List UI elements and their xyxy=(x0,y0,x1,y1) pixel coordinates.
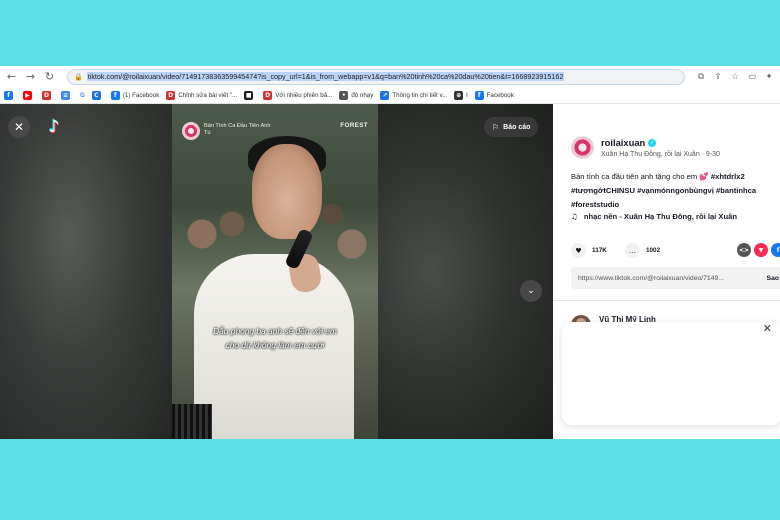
bookmark-favicon-icon: ▶ xyxy=(23,90,32,100)
bookmark-favicon-icon: • xyxy=(339,90,349,100)
lock-icon[interactable]: 🔒 xyxy=(74,73,83,81)
blurred-background-right xyxy=(378,104,553,439)
video-info-sidebar: roilaixuan ✓ Xuân Hạ Thu Đông, rồi lại X… xyxy=(553,104,780,439)
hashtag[interactable]: #bantinhca xyxy=(716,186,756,195)
bookmark-item[interactable]: ▶ xyxy=(23,90,35,100)
bookmark-item[interactable]: C xyxy=(91,90,104,100)
like-count: 117K xyxy=(592,247,607,254)
video-frame[interactable]: Bản Tình Ca Đầu Tiên Anh Tú FOREST Dẫu p… xyxy=(172,104,378,439)
bookmark-label: G xyxy=(80,91,85,99)
video-subtitle-line1: Dẫu phong ba anh sẽ đến với em xyxy=(213,326,337,336)
bookmark-item[interactable]: D Với nhiều phiên bả... xyxy=(263,90,333,100)
flag-icon: ⚐ xyxy=(492,122,500,132)
bookmark-item[interactable]: D Chỉnh sửa bài viết "... xyxy=(166,90,238,100)
embed-icon[interactable]: <> xyxy=(737,243,751,257)
share-link-text[interactable]: https://www.tiktok.com/@roilaixuan/video… xyxy=(578,275,767,282)
music-note-icon: ♫ xyxy=(571,212,578,221)
bookmark-item[interactable]: ≡ xyxy=(61,90,73,100)
report-label: Báo cáo xyxy=(503,123,531,131)
address-bar: ← → ↻ 🔒 tiktok.com/@roilaixuan/video/714… xyxy=(0,66,780,87)
username-text[interactable]: roilaixuan xyxy=(601,137,645,148)
hashtag[interactable]: #vạnmónngonbùngvị xyxy=(637,186,714,195)
extensions-icon[interactable]: ✦ xyxy=(762,70,776,84)
divider xyxy=(553,300,780,301)
avatar[interactable] xyxy=(571,136,594,159)
bookmark-label: Chỉnh sửa bài viết "... xyxy=(178,91,238,99)
bookmark-item[interactable]: G xyxy=(80,92,85,99)
share-buttons: <> ▼ f xyxy=(737,243,780,257)
report-button[interactable]: ⚐ Báo cáo xyxy=(484,117,539,137)
hashtag[interactable]: #foreststudio xyxy=(571,200,619,209)
blurred-background-left xyxy=(0,104,172,439)
video-subtitle-line2: cho dù không làm em cười xyxy=(225,340,325,350)
bookmark-label: Facebook xyxy=(486,91,514,99)
video-channel-logo xyxy=(182,122,200,140)
tiktok-logo-icon[interactable]: ♪ xyxy=(44,116,64,138)
hashtag[interactable]: #xhtdrlx2 xyxy=(711,172,745,181)
forward-arrow-icon[interactable]: → xyxy=(23,69,38,84)
bookmark-favicon-icon: D xyxy=(166,90,176,100)
video-description: Bản tình ca đầu tiên anh tặng cho em 💕 #… xyxy=(571,170,780,212)
verified-badge-icon: ✓ xyxy=(648,138,657,147)
bookmark-favicon-icon: C xyxy=(91,90,101,100)
video-overlay-brand: FOREST xyxy=(340,122,368,129)
bookmarks-bar: f ▶ D ≡ G Cf (1) Facebook D Chỉnh sửa bài viết "… xyxy=(0,87,780,104)
bookmark-item[interactable]: D xyxy=(42,90,54,100)
bookmark-favicon-icon: ⊕ xyxy=(454,90,464,100)
bookmark-label: độ nhạy xyxy=(351,91,374,99)
music-link[interactable]: ♫ nhạc nền - Xuân Hạ Thu Đông, rồi lại Xu… xyxy=(571,212,737,221)
bookmark-label: l xyxy=(466,91,468,99)
back-arrow-icon[interactable]: ← xyxy=(4,69,19,84)
hashtag[interactable]: #tươngớtCHINSU xyxy=(571,186,635,195)
username[interactable]: roilaixuan ✓ xyxy=(601,137,657,148)
bookmark-item[interactable]: f Facebook xyxy=(474,90,514,100)
bookmark-item[interactable]: • độ nhạy xyxy=(339,90,374,100)
bookmark-favicon-icon: D xyxy=(42,90,51,100)
heart-icon[interactable]: ♥ xyxy=(571,243,586,258)
video-overlay-title: Bản Tình Ca Đầu Tiên Anh Tú xyxy=(204,123,271,136)
bookmark-favicon-icon: f xyxy=(110,90,120,100)
music-stand xyxy=(172,404,212,439)
share-link-box: https://www.tiktok.com/@roilaixuan/video… xyxy=(571,267,780,289)
bookmark-label: (1) Facebook xyxy=(122,91,160,99)
bookmark-item[interactable]: f (1) Facebook xyxy=(110,90,160,100)
sidebar-toggle-icon[interactable]: ▭ xyxy=(745,70,759,84)
bookmark-item[interactable]: ■ xyxy=(244,90,256,100)
bookmark-star-icon[interactable]: ☆ xyxy=(728,70,742,84)
bookmark-label: Với nhiều phiên bả... xyxy=(275,91,333,99)
close-icon[interactable]: ✕ xyxy=(8,116,30,138)
bookmark-favicon-icon: D xyxy=(263,90,273,100)
overlay-popup: ✕ xyxy=(562,322,780,425)
bookmark-favicon-icon: ≡ xyxy=(61,90,70,100)
browser-window: ← → ↻ 🔒 tiktok.com/@roilaixuan/video/714… xyxy=(0,66,780,439)
tiktok-page: Bản Tình Ca Đầu Tiên Anh Tú FOREST Dẫu p… xyxy=(0,104,780,439)
comment-icon[interactable]: … xyxy=(624,243,640,258)
bookmark-item[interactable]: ↗ Thông tin chi tiết v... xyxy=(380,90,448,100)
copy-link-button[interactable]: Sao xyxy=(767,275,779,282)
user-subline: Xuân Hạ Thu Đông, rồi lại Xuân · 9-30 xyxy=(601,151,720,158)
description-text: Bản tình ca đầu tiên anh tặng cho em 💕 xyxy=(571,172,709,181)
share-icon[interactable]: ⇪ xyxy=(711,70,725,84)
bookmark-item[interactable]: f xyxy=(4,90,16,100)
music-title[interactable]: nhạc nền - Xuân Hạ Thu Đông, rồi lại Xuâ… xyxy=(584,212,737,221)
send-to-friends-icon[interactable]: ▼ xyxy=(754,243,768,257)
video-player[interactable]: Bản Tình Ca Đầu Tiên Anh Tú FOREST Dẫu p… xyxy=(0,104,553,439)
url-field[interactable]: 🔒 tiktok.com/@roilaixuan/video/714917383… xyxy=(67,68,685,85)
bookmark-favicon-icon: f xyxy=(474,90,484,100)
singer-head xyxy=(252,144,322,239)
reload-icon[interactable]: ↻ xyxy=(42,69,57,84)
next-video-chevron-down-icon[interactable]: ⌄ xyxy=(520,280,542,302)
comment-count: 1002 xyxy=(645,247,661,254)
install-app-icon[interactable]: ⧉ xyxy=(694,70,708,84)
bookmark-label: Thông tin chi tiết v... xyxy=(392,91,448,99)
popup-close-icon[interactable]: ✕ xyxy=(763,322,772,335)
bookmark-item[interactable]: ⊕ l xyxy=(454,90,468,100)
url-text[interactable]: tiktok.com/@roilaixuan/video/71491738363… xyxy=(86,72,565,81)
bookmark-favicon-icon: f xyxy=(4,90,13,100)
engagement-stats: ♥ 117K … 1002 xyxy=(571,243,678,258)
bookmark-favicon-icon: ■ xyxy=(244,90,254,100)
bookmark-favicon-icon: ↗ xyxy=(380,90,390,100)
facebook-share-icon[interactable]: f xyxy=(771,243,780,257)
